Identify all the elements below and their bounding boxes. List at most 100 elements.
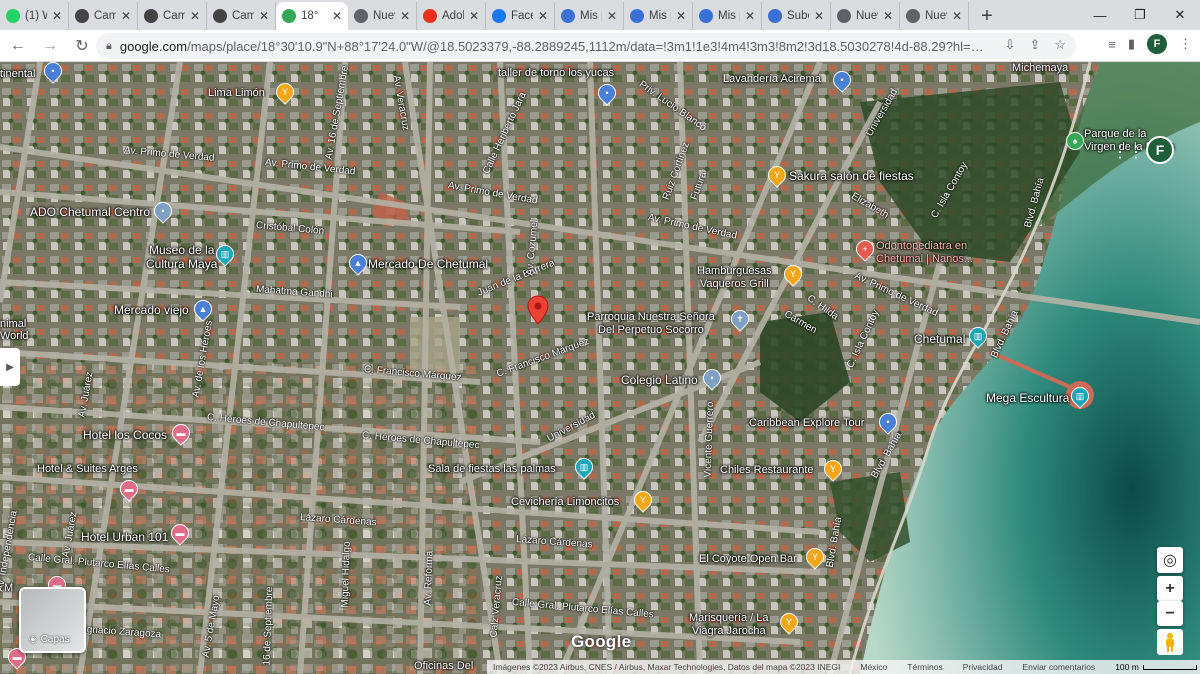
tab-close-icon[interactable]: ✕ [538, 9, 548, 23]
profile-avatar[interactable]: F [1147, 34, 1167, 54]
toolbar-right: ≡ ▮ F ⋮ [1108, 34, 1192, 54]
place-cevicheria[interactable]: Cevichería Limoncitos [511, 496, 619, 508]
place-parroquia[interactable]: Parroquia Nuestra Señora Del Perpetuo So… [587, 311, 715, 337]
place-colegio[interactable]: Colegio Latino [621, 373, 698, 387]
reload-icon[interactable]: ↻ [68, 32, 96, 60]
place-ado[interactable]: ADO Chetumal Centro [30, 205, 150, 219]
new-tab-button[interactable]: + [973, 2, 1001, 30]
pro-icon [699, 9, 713, 23]
tab-close-icon[interactable]: ✕ [259, 9, 269, 23]
parque-pin-icon[interactable]: ♠ [1066, 132, 1084, 150]
selected-location-pin-icon[interactable] [527, 295, 549, 325]
tab-label: Sube fo [787, 10, 809, 22]
my-location-icon[interactable]: ◎ [1157, 547, 1183, 573]
place-michemaya[interactable]: Michemaya [1012, 62, 1068, 74]
place-sakura[interactable]: Sakura salón de fiestas [789, 169, 914, 183]
place-hotel-urban[interactable]: Hotel Urban 101 [81, 530, 168, 544]
place-coyote[interactable]: El Coyote Open Bar [699, 553, 797, 565]
tab-12[interactable]: Nueva ✕ [831, 2, 900, 30]
privacy-link[interactable]: Privacidad [963, 662, 1003, 672]
place-odonto[interactable]: Odontopediatra en Chetumal | Nanos... [876, 240, 973, 266]
tab-0[interactable]: (1) Wh ✕ [0, 2, 69, 30]
expand-side-panel-icon[interactable]: ▶ [0, 348, 20, 386]
tab-close-icon[interactable]: ✕ [883, 9, 893, 23]
place-hamburguesas[interactable]: Hamburguesas Vaqueros Grill [697, 265, 772, 291]
place-hotel-cocos[interactable]: Hotel los Cocos [83, 428, 167, 442]
tab-close-icon[interactable]: ✕ [52, 9, 62, 23]
street-reforma: Av. Reforma [422, 550, 436, 606]
address-bar[interactable]: 🔒︎ google.com /maps/place/18°30'10.9"N+8… [96, 33, 1076, 59]
place-oficinas[interactable]: Oficinas Del [414, 660, 473, 672]
place-mega-escultura[interactable]: Mega Escultura [986, 391, 1069, 405]
tab-11[interactable]: Sube fo ✕ [762, 2, 831, 30]
zoom-in-button[interactable]: + [1157, 576, 1183, 601]
whatsapp-icon [6, 9, 20, 23]
tab-2[interactable]: CamSc ✕ [138, 2, 207, 30]
tab-13[interactable]: Nueva ✕ [900, 2, 969, 30]
feedback-link[interactable]: Enviar comentarios [1022, 662, 1095, 672]
satellite-map[interactable]: taller de torno los yucas • Lavandería A… [0, 62, 1200, 674]
tab-9[interactable]: Mis pro ✕ [624, 2, 693, 30]
install-icon[interactable]: ⇩ [1005, 37, 1016, 53]
url-path: /maps/place/18°30'10.9"N+88°17'24.0"W/@1… [187, 38, 988, 54]
layers-button[interactable]: ◈ Capas [19, 587, 86, 653]
facebook-icon [492, 9, 506, 23]
menu-icon[interactable]: ⋮ [1179, 36, 1192, 52]
place-caribbean[interactable]: Caribbean Explore Tour [749, 417, 864, 429]
place-continental[interactable]: tinental [0, 68, 35, 80]
place-hotel-arges[interactable]: Hotel & Suites Arges [37, 463, 138, 475]
place-mercado-viejo[interactable]: Mercado viejo [114, 303, 189, 317]
tab-close-icon[interactable]: ✕ [121, 9, 131, 23]
tab-close-icon[interactable]: ✕ [814, 9, 824, 23]
side-panel-icon[interactable]: ▮ [1128, 36, 1135, 52]
lock-icon: 🔒︎ [106, 39, 112, 52]
place-lavanderia[interactable]: Lavandería Acirema [723, 73, 821, 85]
close-window-icon[interactable]: ✕ [1160, 0, 1200, 30]
place-mercado-chetumal[interactable]: Mercado De Chetumal [368, 257, 488, 271]
tab-label: Mis pro [649, 10, 671, 22]
tab-close-icon[interactable]: ✕ [745, 9, 755, 23]
tab-label: CamSc [94, 10, 116, 22]
tab-5[interactable]: Nueva ✕ [348, 2, 417, 30]
place-museo[interactable]: Museo de la Cultura Maya [146, 243, 217, 271]
tab-close-icon[interactable]: ✕ [952, 9, 962, 23]
tab-close-icon[interactable]: ✕ [676, 9, 686, 23]
share-icon[interactable]: ⇪ [1029, 37, 1040, 53]
tab-7[interactable]: Facebo ✕ [486, 2, 555, 30]
omnibox-icons: ⇩ ⇪ ☆ [1005, 37, 1066, 53]
tab-close-icon[interactable]: ✕ [400, 9, 410, 23]
map-profile-avatar[interactable]: F [1146, 136, 1174, 164]
place-animal-world[interactable]: nimal World [0, 318, 29, 342]
tab-3[interactable]: CamSc ✕ [207, 2, 276, 30]
tab-label: Mis pro [718, 10, 740, 22]
place-lima-limon[interactable]: Lima Limón [208, 87, 265, 99]
map-footer: Imágenes ©2023 Airbus, CNES / Airbus, Ma… [487, 660, 1200, 674]
place-taller[interactable]: taller de torno los yucas [498, 67, 614, 79]
tab-4[interactable]: 18° ✕ [276, 2, 348, 30]
tab-close-icon[interactable]: ✕ [607, 9, 617, 23]
terms-link[interactable]: Términos [907, 662, 942, 672]
bookmark-star-icon[interactable]: ☆ [1054, 37, 1066, 53]
place-sala-palmas[interactable]: Sala de fiestas las palmas [428, 463, 556, 475]
place-chetumal[interactable]: Chetumal [914, 332, 965, 346]
minimize-icon[interactable]: — [1080, 0, 1120, 30]
tab-1[interactable]: CamSc ✕ [69, 2, 138, 30]
tab-close-icon[interactable]: ✕ [190, 9, 200, 23]
tab-8[interactable]: Mis pro ✕ [555, 2, 624, 30]
scale-bar[interactable]: 100 m [1115, 662, 1197, 672]
tab-10[interactable]: Mis pro ✕ [693, 2, 762, 30]
forward-icon[interactable]: → [36, 32, 64, 60]
apps-grid-icon[interactable]: ⋮⋮ [1112, 142, 1144, 161]
back-icon[interactable]: ← [4, 32, 32, 60]
zoom-out-button[interactable]: − [1157, 601, 1183, 626]
media-icon[interactable]: ≡ [1108, 37, 1116, 52]
tab-6[interactable]: Adobe ✕ [417, 2, 486, 30]
camscanner-icon [213, 9, 227, 23]
country-link[interactable]: México [860, 662, 887, 672]
place-chiles[interactable]: Chiles Restaurante [720, 464, 814, 476]
tab-close-icon[interactable]: ✕ [469, 9, 479, 23]
tab-close-icon[interactable]: ✕ [332, 9, 342, 23]
restore-icon[interactable]: ❐ [1120, 0, 1160, 30]
place-marisqueria[interactable]: Marisquería / La Viagra Jarocha [689, 612, 768, 638]
pegman-icon[interactable] [1157, 629, 1183, 655]
